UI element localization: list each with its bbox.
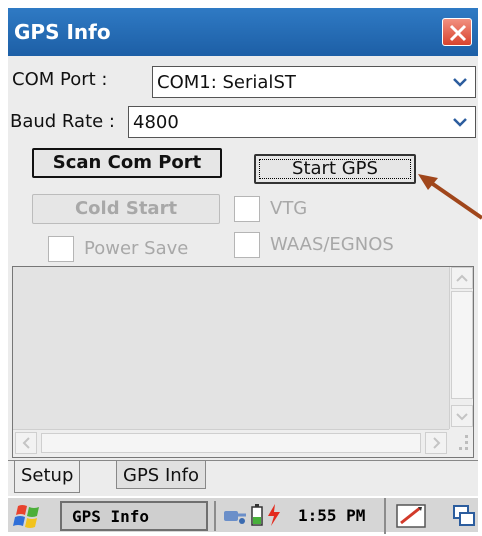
system-tray: 1:55 PM — [214, 498, 478, 534]
output-listbox[interactable] — [12, 266, 474, 458]
com-port-value: COM1: SerialST — [157, 72, 296, 93]
start-button[interactable] — [12, 502, 52, 530]
start-gps-label: Start GPS — [259, 159, 411, 179]
taskbar: GPS Info 1:55 PM — [8, 496, 478, 534]
com-port-dropdown[interactable]: COM1: SerialST — [152, 66, 476, 98]
baud-rate-dropdown[interactable]: 4800 — [128, 106, 476, 138]
scroll-right-button[interactable] — [425, 432, 447, 454]
network-icon[interactable] — [222, 503, 248, 527]
baud-rate-label: Baud Rate : — [10, 111, 115, 132]
lightning-icon — [268, 504, 280, 526]
keyboard-input-icon[interactable] — [396, 503, 426, 529]
horizontal-scrollbar[interactable] — [13, 429, 449, 457]
window-title: GPS Info — [14, 20, 111, 44]
vtg-checkbox[interactable] — [234, 196, 260, 222]
chevron-left-icon — [22, 437, 30, 449]
scan-com-port-button[interactable]: Scan Com Port — [32, 148, 222, 178]
windows-flag-icon — [13, 505, 39, 528]
vertical-scroll-thumb[interactable] — [451, 291, 473, 399]
cold-start-button[interactable]: Cold Start — [32, 194, 220, 224]
taskbar-app-button[interactable]: GPS Info — [60, 501, 208, 531]
windows-switch-icon[interactable] — [452, 503, 478, 529]
scroll-down-button[interactable] — [451, 405, 473, 427]
scroll-up-button[interactable] — [451, 267, 473, 289]
power-save-label: Power Save — [84, 238, 189, 259]
start-gps-button[interactable]: Start GPS — [254, 154, 416, 184]
tray-divider — [384, 498, 386, 534]
close-button[interactable] — [442, 18, 472, 46]
waas-egnos-label: WAAS/EGNOS — [270, 234, 394, 255]
waas-egnos-checkbox[interactable] — [234, 232, 260, 258]
chevron-down-icon — [453, 78, 467, 87]
chevron-up-icon — [456, 274, 468, 282]
close-icon — [449, 24, 467, 42]
tab-setup[interactable]: Setup — [14, 461, 81, 493]
vtg-label: VTG — [270, 198, 308, 219]
resize-grip-icon — [449, 429, 473, 457]
tab-strip: Setup GPS Info — [8, 460, 478, 494]
clock[interactable]: 1:55 PM — [298, 506, 365, 525]
chevron-right-icon — [433, 437, 441, 449]
battery-icon[interactable] — [250, 503, 264, 527]
gps-info-window: GPS Info COM Port : COM1: SerialST Baud … — [8, 8, 478, 534]
vertical-scrollbar[interactable] — [449, 267, 473, 429]
title-bar[interactable]: GPS Info — [8, 8, 478, 56]
chevron-down-icon — [456, 413, 468, 421]
tab-gps-info[interactable]: GPS Info — [116, 461, 207, 489]
baud-rate-value: 4800 — [133, 112, 179, 133]
scroll-left-button[interactable] — [15, 432, 37, 454]
com-port-label: COM Port : — [12, 69, 108, 90]
horizontal-scroll-thumb[interactable] — [41, 433, 421, 453]
power-save-checkbox[interactable] — [48, 236, 74, 262]
chevron-down-icon — [453, 118, 467, 127]
